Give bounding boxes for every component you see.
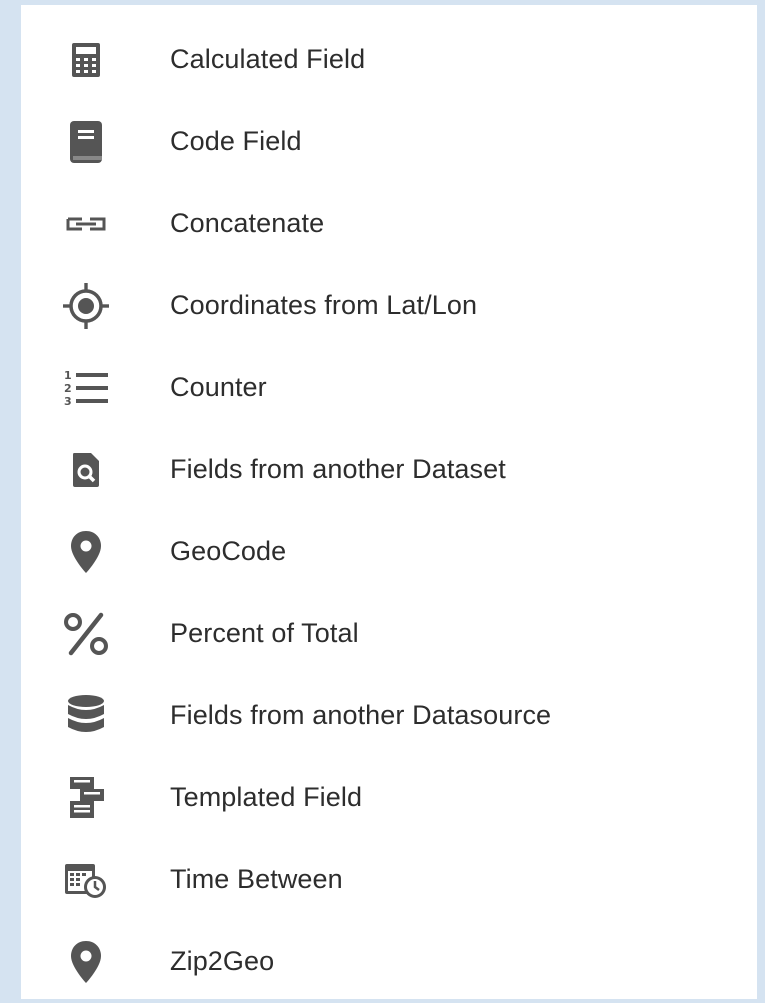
menu-item-fields-from-dataset[interactable]: Fields from another Dataset (21, 429, 757, 511)
database-icon (57, 687, 115, 745)
link-icon (57, 195, 115, 253)
calendar-clock-icon (57, 851, 115, 909)
menu-item-label: Templated Field (170, 781, 363, 812)
menu-item-label: Counter (170, 371, 267, 402)
svg-text:3: 3 (64, 395, 72, 408)
menu-item-geocode[interactable]: GeoCode (21, 511, 757, 593)
field-type-menu: Calculated Field Code Field Concatenate (21, 5, 757, 999)
menu-item-counter[interactable]: 1 2 3 Counter (21, 347, 757, 429)
file-search-icon (57, 441, 115, 499)
menu-item-label: Code Field (170, 125, 302, 156)
calculator-icon (57, 31, 115, 89)
menu-item-code-field[interactable]: Code Field (21, 101, 757, 183)
menu-item-label: Fields from another Dataset (170, 453, 506, 484)
menu-item-fields-from-datasource[interactable]: Fields from another Datasource (21, 675, 757, 757)
map-pin-icon (57, 523, 115, 581)
menu-item-label: Concatenate (170, 207, 325, 238)
svg-text:1: 1 (64, 369, 72, 382)
menu-item-label: Time Between (170, 863, 343, 894)
menu-item-time-between[interactable]: Time Between (21, 839, 757, 921)
numbered-list-icon: 1 2 3 (57, 359, 115, 417)
menu-item-concatenate[interactable]: Concatenate (21, 183, 757, 265)
menu-item-coordinates[interactable]: Coordinates from Lat/Lon (21, 265, 757, 347)
percent-icon (57, 605, 115, 663)
menu-item-label: Zip2Geo (170, 945, 275, 976)
menu-item-label: Percent of Total (170, 617, 359, 648)
map-pin-icon (57, 933, 115, 991)
menu-item-calculated-field[interactable]: Calculated Field (21, 19, 757, 101)
crosshair-icon (57, 277, 115, 335)
book-icon (57, 113, 115, 171)
menu-item-label: GeoCode (170, 535, 287, 566)
template-icon (57, 769, 115, 827)
menu-item-zip2geo[interactable]: Zip2Geo (21, 921, 757, 1003)
menu-item-label: Coordinates from Lat/Lon (170, 289, 478, 320)
menu-item-percent-of-total[interactable]: Percent of Total (21, 593, 757, 675)
menu-item-label: Calculated Field (170, 43, 366, 74)
menu-item-label: Fields from another Datasource (170, 699, 552, 730)
svg-text:2: 2 (64, 382, 72, 395)
menu-item-templated-field[interactable]: Templated Field (21, 757, 757, 839)
